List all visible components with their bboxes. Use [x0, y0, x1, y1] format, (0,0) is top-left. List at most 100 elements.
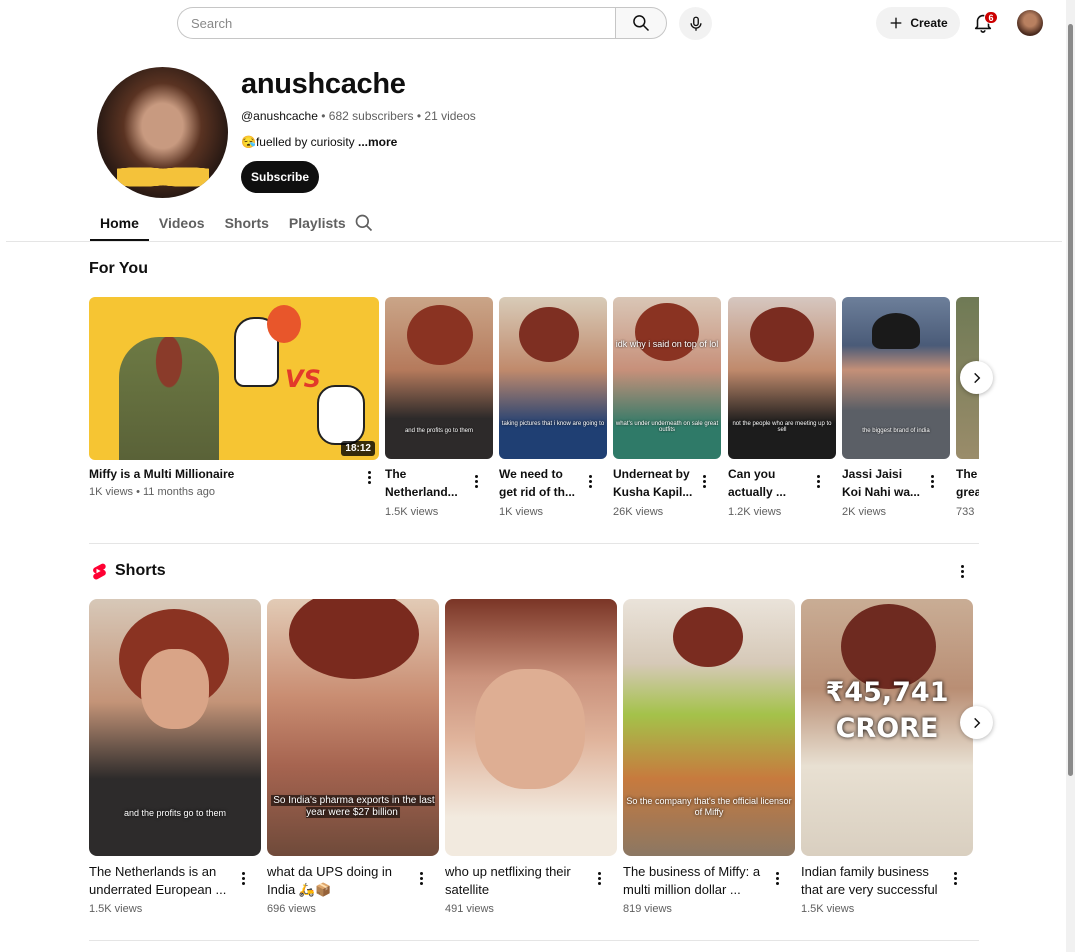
tab-playlists[interactable]: Playlists: [279, 210, 356, 241]
short-caption-text: So India's pharma exports in the last ye…: [271, 795, 435, 818]
video-title[interactable]: Can you actually ...: [728, 465, 808, 501]
hair-shape: [407, 305, 473, 365]
channel-name: anushcache: [241, 68, 406, 100]
video-thumbnail[interactable]: taking pictures that i know are going to: [499, 297, 607, 459]
more-options-icon[interactable]: [931, 475, 935, 489]
hair-shape: [519, 307, 579, 362]
voice-search-button[interactable]: [679, 7, 712, 40]
video-thumbnail[interactable]: not the people who are meeting up to sel…: [728, 297, 836, 459]
short-thumbnail[interactable]: [445, 599, 617, 856]
create-button[interactable]: Create: [876, 7, 960, 39]
view-count: 1K views: [499, 506, 544, 518]
thumbnail-caption: and the profits go to them: [404, 428, 474, 434]
video-title[interactable]: Underneat by Kusha Kapil...: [613, 465, 693, 501]
video-title[interactable]: The great: [956, 465, 979, 501]
channel-meta: @anushcache • 682 subscribers • 21 video…: [241, 109, 476, 123]
featured-video-meta: 1K views • 11 months ago: [89, 486, 215, 498]
tab-home[interactable]: Home: [90, 210, 149, 241]
channel-description[interactable]: 😪fuelled by curiosity ...more: [241, 135, 397, 149]
view-count: 26K views: [613, 506, 664, 518]
more-options-icon[interactable]: [420, 872, 424, 886]
video-thumbnail[interactable]: the biggest brand of india: [842, 297, 950, 459]
microphone-icon: [689, 16, 702, 31]
vs-graphic: VS: [285, 365, 321, 393]
view-count: 1.2K views: [728, 506, 782, 518]
short-title[interactable]: The business of Miffy: a multi million d…: [623, 863, 773, 899]
more-options-icon[interactable]: [817, 475, 821, 489]
short-views: 1.5K views: [89, 903, 143, 915]
short-title[interactable]: who up netflixing their satellite: [445, 863, 595, 899]
channel-search-icon[interactable]: [354, 213, 374, 233]
short-views: 696 views: [267, 903, 316, 915]
channel-handle: @anushcache: [241, 109, 318, 123]
view-count: 1K views: [89, 486, 134, 498]
search-button[interactable]: [615, 7, 667, 39]
view-count: 1.5K views: [385, 506, 439, 518]
face-shape: [141, 649, 209, 729]
short-thumbnail[interactable]: So India's pharma exports in the last ye…: [267, 599, 439, 856]
featured-video-title[interactable]: Miffy is a Multi Millionaire: [89, 465, 359, 483]
hello-kitty-figure: [317, 385, 365, 445]
thumbnail-caption: taking pictures that i know are going to: [501, 421, 605, 427]
video-count: 21 videos: [424, 109, 476, 123]
face-shape: [475, 669, 585, 789]
hair-shape: [750, 307, 814, 362]
hair-shape: [872, 313, 920, 349]
subscribe-button[interactable]: Subscribe: [241, 161, 319, 193]
short-title[interactable]: The Netherlands is an underrated Europea…: [89, 863, 239, 899]
short-overlay-unit: CRORE: [835, 713, 939, 744]
view-count: 2K views: [842, 506, 887, 518]
page-scrollbar[interactable]: [1066, 0, 1075, 952]
search-input[interactable]: Search: [177, 7, 616, 39]
carousel-next-button[interactable]: [960, 361, 993, 394]
short-thumbnail[interactable]: and the profits go to them: [89, 599, 261, 856]
more-options-icon[interactable]: [475, 475, 479, 489]
tabs-divider: [6, 241, 1062, 242]
short-caption: and the profits go to them: [123, 808, 227, 818]
shorts-more-options-icon[interactable]: [961, 565, 965, 579]
thumbnail-caption: the biggest brand of india: [862, 428, 930, 434]
scrollbar-thumb[interactable]: [1068, 24, 1073, 776]
featured-video-thumbnail[interactable]: VS 18:12: [89, 297, 379, 460]
more-options-icon[interactable]: [242, 872, 246, 886]
section-divider: [89, 543, 979, 544]
search-placeholder: Search: [191, 15, 233, 31]
short-views: 491 views: [445, 903, 494, 915]
short-caption: So the company that's the official licen…: [626, 796, 792, 817]
tab-shorts[interactable]: Shorts: [215, 210, 279, 241]
more-options-icon[interactable]: [703, 475, 707, 489]
short-title[interactable]: what da UPS doing in India 🛵📦: [267, 863, 417, 899]
account-avatar[interactable]: [1017, 10, 1043, 36]
create-label: Create: [910, 16, 948, 30]
hair-shape: [635, 303, 699, 361]
sleepy-emoji-icon: 😪: [241, 135, 256, 149]
video-title[interactable]: We need to get rid of th...: [499, 465, 579, 501]
search-icon: [633, 15, 650, 32]
short-views: 819 views: [623, 903, 672, 915]
short-views: 1.5K views: [801, 903, 855, 915]
short-overlay-amount: ₹45,741: [825, 677, 949, 708]
more-options-icon[interactable]: [368, 471, 372, 485]
more-options-icon[interactable]: [954, 872, 958, 886]
subscriber-count: 682 subscribers: [328, 109, 414, 123]
video-title[interactable]: Jassi Jaisi Koi Nahi wa...: [842, 465, 922, 501]
more-options-icon[interactable]: [598, 872, 602, 886]
more-options-icon[interactable]: [589, 475, 593, 489]
more-options-icon[interactable]: [776, 872, 780, 886]
shorts-next-button[interactable]: [960, 706, 993, 739]
more-link[interactable]: ...more: [358, 135, 397, 149]
person-figure: [119, 337, 219, 460]
section-divider: [89, 940, 979, 941]
short-thumbnail[interactable]: ₹45,741 CRORE: [801, 599, 973, 856]
short-caption: So India's pharma exports in the last ye…: [267, 795, 439, 819]
view-count: 733: [956, 506, 975, 518]
video-title[interactable]: The Netherland...: [385, 465, 465, 501]
shorts-logo-icon: [93, 563, 106, 580]
short-thumbnail[interactable]: So the company that's the official licen…: [623, 599, 795, 856]
short-title[interactable]: Indian family business that are very suc…: [801, 863, 951, 899]
description-text: fuelled by curiosity: [255, 135, 358, 149]
tab-videos[interactable]: Videos: [149, 210, 215, 241]
thumbnail-caption: what's under underneath on sale great ou…: [615, 421, 719, 433]
video-thumbnail[interactable]: and the profits go to them: [385, 297, 493, 459]
video-thumbnail[interactable]: idk why i said on top of lol what's unde…: [613, 297, 721, 459]
